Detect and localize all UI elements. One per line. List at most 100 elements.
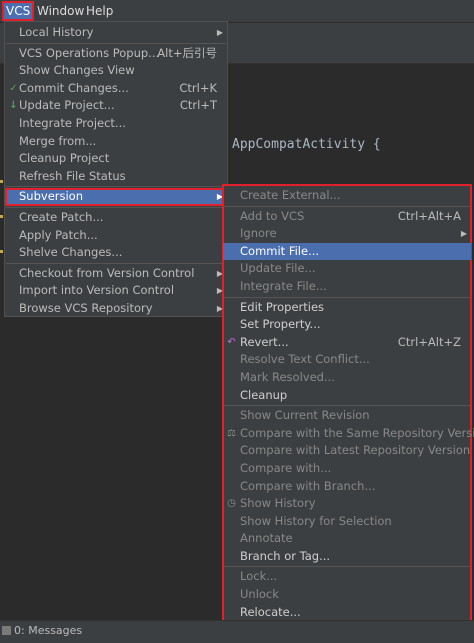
messages-icon bbox=[2, 626, 11, 635]
menu-separator bbox=[224, 566, 470, 568]
menu-separator bbox=[6, 206, 226, 208]
vcs-menu-item-vcs-operations-popup[interactable]: VCS Operations Popup... Alt+后引号 bbox=[5, 45, 227, 63]
menu-item-label: Refresh File Status bbox=[19, 168, 126, 183]
svn-menu-item-mark-resolved[interactable]: Mark Resolved... bbox=[223, 369, 471, 387]
menu-item-label: Show Changes View bbox=[19, 63, 135, 78]
vcs-menu-item-refresh-file-status[interactable]: Refresh File Status bbox=[5, 168, 227, 186]
menu-item-label: Update Project... bbox=[19, 98, 115, 113]
gutter-marker bbox=[0, 215, 3, 218]
svn-menu-item-edit-properties[interactable]: Edit Properties bbox=[223, 299, 471, 317]
svn-menu-item-annotate[interactable]: Annotate bbox=[223, 530, 471, 548]
svn-menu-item-ignore[interactable]: Ignore ▶ bbox=[223, 225, 471, 243]
menu-item-label: Branch or Tag... bbox=[240, 548, 331, 563]
menu-item-label: Integrate File... bbox=[240, 278, 327, 293]
svn-menu-item-compare-with[interactable]: Compare with... bbox=[223, 460, 471, 478]
vcs-menu-item-apply-patch[interactable]: Apply Patch... bbox=[5, 227, 227, 245]
svn-menu-item-relocate[interactable]: Relocate... bbox=[223, 604, 471, 622]
menu-item-label: Commit Changes... bbox=[19, 80, 129, 95]
menu-item-label: Show Current Revision bbox=[240, 408, 370, 423]
svn-menu-item-create-external[interactable]: Create External... bbox=[223, 187, 471, 205]
svn-menu-item-unlock[interactable]: Unlock bbox=[223, 586, 471, 604]
subversion-submenu: Create External... Add to VCS Ctrl+Alt+A Ig… bbox=[222, 184, 474, 640]
svn-menu-item-resolve-text-conflict[interactable]: Resolve Text Conflict... bbox=[223, 351, 471, 369]
status-bar: 0: Messages bbox=[0, 620, 474, 643]
svn-menu-item-show-current-revision[interactable]: Show Current Revision bbox=[223, 407, 471, 425]
menu-separator bbox=[6, 42, 226, 44]
menu-item-label: Integrate Project... bbox=[19, 115, 126, 130]
menu-item-label: Set Property... bbox=[240, 317, 321, 332]
vcs-menu-item-shelve-changes[interactable]: Shelve Changes... bbox=[5, 244, 227, 262]
menu-bar: VCS Window Help bbox=[0, 0, 474, 23]
gutter-marker bbox=[0, 180, 3, 183]
svn-menu-item-show-history[interactable]: ◷ Show History bbox=[223, 495, 471, 513]
svn-menu-item-branch-or-tag[interactable]: Branch or Tag... bbox=[223, 548, 471, 566]
vcs-menu-item-local-history[interactable]: Local History ▶ bbox=[5, 24, 227, 42]
menu-item-label: Compare with the Same Repository Version bbox=[240, 425, 474, 440]
menu-item-label: Update File... bbox=[240, 261, 316, 276]
menu-item-label: Lock... bbox=[240, 569, 278, 584]
shortcut-label: Alt+后引号 bbox=[157, 45, 217, 60]
menu-item-label: Create Patch... bbox=[19, 209, 104, 224]
svn-menu-item-show-history-for-selection[interactable]: Show History for Selection bbox=[223, 513, 471, 531]
vcs-update-icon: ↓ bbox=[9, 100, 18, 112]
messages-label: 0: Messages bbox=[14, 624, 83, 637]
menu-vcs[interactable]: VCS bbox=[1, 1, 35, 21]
menu-item-label: Commit File... bbox=[240, 243, 320, 258]
menu-item-label: Cleanup Project bbox=[19, 151, 110, 166]
menu-item-label: Browse VCS Repository bbox=[19, 300, 153, 315]
vcs-menu-item-create-patch[interactable]: Create Patch... bbox=[5, 209, 227, 227]
vcs-menu-item-subversion[interactable]: Subversion ▶ bbox=[5, 188, 227, 206]
shortcut-label: Ctrl+K bbox=[179, 80, 217, 95]
svn-menu-item-lock[interactable]: Lock... bbox=[223, 568, 471, 586]
svn-menu-item-revert[interactable]: ↶ Revert... Ctrl+Alt+Z bbox=[223, 334, 471, 352]
menu-item-label: VCS Operations Popup... bbox=[19, 45, 160, 60]
menu-help[interactable]: Help bbox=[83, 2, 116, 20]
menu-item-label: Create External... bbox=[240, 188, 341, 202]
svn-menu-item-compare-with-the-same-repository-version[interactable]: ⚖ Compare with the Same Repository Versio… bbox=[223, 425, 474, 443]
svn-menu-item-integrate-file[interactable]: Integrate File... bbox=[223, 278, 471, 296]
menu-separator bbox=[224, 405, 470, 407]
svn-menu-item-set-property[interactable]: Set Property... bbox=[223, 316, 471, 334]
compare-icon: ⚖ bbox=[227, 427, 236, 439]
menu-separator bbox=[6, 186, 226, 188]
svn-menu-item-add-to-vcs[interactable]: Add to VCS Ctrl+Alt+A bbox=[223, 208, 471, 226]
revert-icon: ↶ bbox=[227, 336, 236, 348]
menu-item-label: Mark Resolved... bbox=[240, 369, 335, 384]
svn-menu-item-commit-file[interactable]: Commit File... bbox=[223, 242, 471, 261]
vcs-menu-item-update-project[interactable]: ↓ Update Project... Ctrl+T bbox=[5, 97, 227, 115]
menu-item-label: Compare with Branch... bbox=[240, 478, 376, 493]
menu-item-label: Compare with... bbox=[240, 460, 332, 475]
menu-item-label: Cleanup bbox=[240, 387, 288, 402]
svn-menu-item-cleanup[interactable]: Cleanup bbox=[223, 387, 471, 405]
svn-menu-item-compare-with-branch[interactable]: Compare with Branch... bbox=[223, 478, 471, 496]
menu-item-label: Compare with Latest Repository Version bbox=[240, 443, 471, 458]
menu-window[interactable]: Window bbox=[34, 2, 87, 20]
history-icon: ◷ bbox=[227, 498, 236, 510]
gutter-marker bbox=[0, 250, 3, 253]
vcs-menu-item-show-changes-view[interactable]: Show Changes View bbox=[5, 62, 227, 80]
vcs-menu-item-integrate-project[interactable]: Integrate Project... bbox=[5, 115, 227, 133]
menu-item-label: Shelve Changes... bbox=[19, 245, 123, 260]
menu-item-label: Show History bbox=[240, 496, 316, 511]
vcs-dropdown-menu: Local History ▶ VCS Operations Popup... Alt… bbox=[4, 21, 228, 317]
vcs-menu-item-import-into-version-control[interactable]: Import into Version Control ▶ bbox=[5, 282, 227, 300]
svn-menu-item-compare-with-latest-repository-version[interactable]: Compare with Latest Repository Version bbox=[223, 442, 471, 460]
vcs-menu-item-checkout-from-version-control[interactable]: Checkout from Version Control ▶ bbox=[5, 265, 227, 283]
vcs-menu-item-browse-vcs-repository[interactable]: Browse VCS Repository ▶ bbox=[5, 300, 227, 318]
messages-tool-button[interactable]: 0: Messages bbox=[2, 624, 82, 637]
menu-item-label: Relocate... bbox=[240, 604, 301, 619]
vcs-menu-item-merge-from[interactable]: Merge from... bbox=[5, 133, 227, 151]
menu-item-label: Local History bbox=[19, 25, 94, 39]
menu-separator bbox=[224, 296, 470, 298]
menu-item-label: Checkout from Version Control bbox=[19, 265, 195, 280]
shortcut-label: Ctrl+Alt+A bbox=[397, 208, 461, 223]
code-line: AppCompatActivity { bbox=[232, 137, 381, 152]
vcs-commit-icon: ✓ bbox=[9, 82, 18, 94]
menu-item-label: Unlock bbox=[240, 587, 279, 602]
shortcut-label: Ctrl+T bbox=[179, 98, 217, 113]
svn-menu-item-update-file[interactable]: Update File... bbox=[223, 260, 471, 278]
menu-separator bbox=[224, 205, 470, 207]
vcs-menu-item-cleanup-project[interactable]: Cleanup Project bbox=[5, 150, 227, 168]
vcs-menu-item-commit-changes[interactable]: ✓ Commit Changes... Ctrl+K bbox=[5, 80, 227, 98]
submenu-arrow-icon: ▶ bbox=[216, 28, 223, 37]
